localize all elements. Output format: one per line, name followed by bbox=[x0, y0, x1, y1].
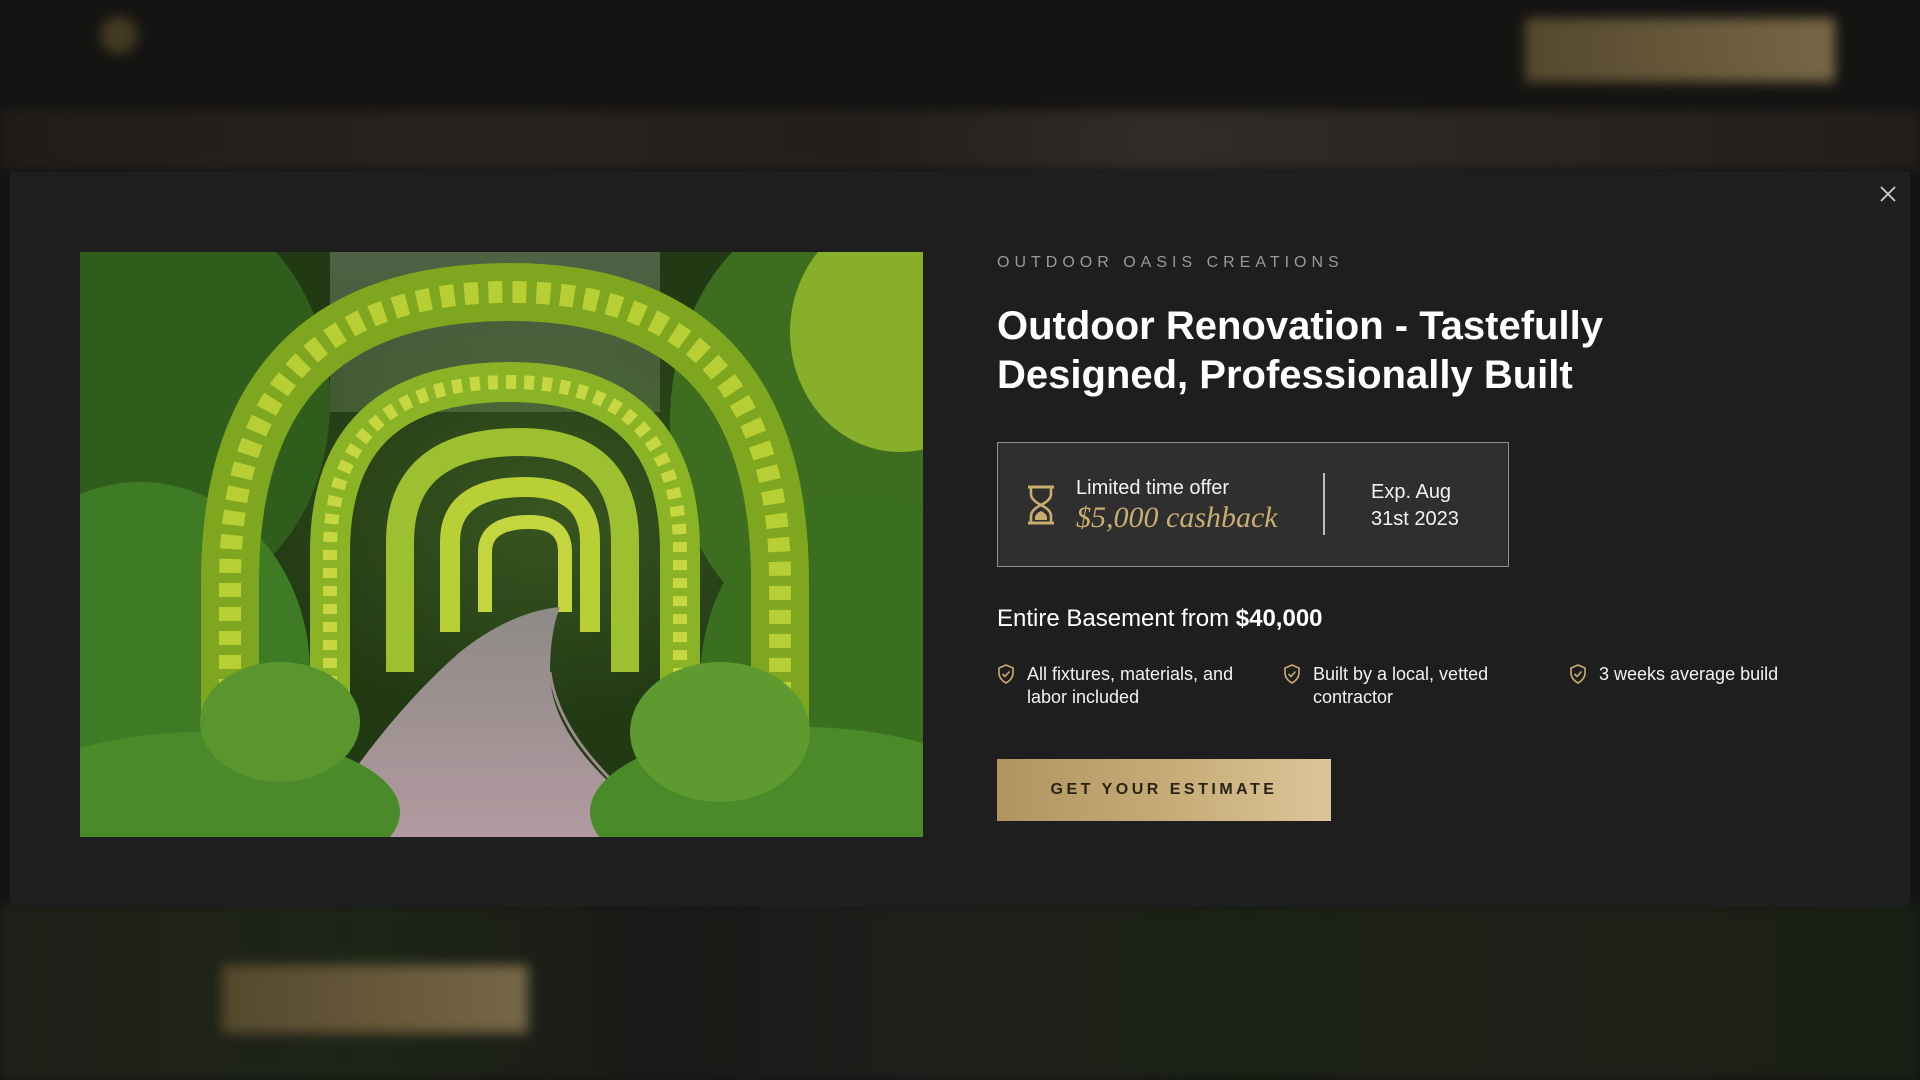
feature-text: Built by a local, vetted contractor bbox=[1313, 664, 1489, 707]
offer-divider bbox=[1323, 473, 1325, 535]
close-button[interactable] bbox=[1874, 180, 1902, 208]
feature-list: All fixtures, materials, and labor inclu… bbox=[997, 663, 1857, 709]
limited-offer-box: Limited time offer $5,000 cashback Exp. … bbox=[997, 442, 1509, 567]
background-bottom-button bbox=[222, 965, 528, 1033]
close-icon bbox=[1880, 186, 1896, 202]
shield-check-icon bbox=[1284, 664, 1300, 684]
offer-value: $5,000 cashback bbox=[1076, 501, 1278, 534]
garden-archway-photo bbox=[80, 252, 923, 837]
feature-text: 3 weeks average build bbox=[1599, 664, 1779, 684]
price-amount: $40,000 bbox=[1235, 605, 1323, 632]
feature-item: All fixtures, materials, and labor inclu… bbox=[997, 663, 1283, 709]
offer-expiry-line2: 31st 2023 bbox=[1371, 508, 1459, 530]
price-line: Entire Basement from $40,000 bbox=[997, 605, 1857, 633]
price-prefix: Entire Basement from bbox=[997, 605, 1236, 632]
background-cta bbox=[1525, 18, 1835, 82]
offer-content: OUTDOOR OASIS CREATIONS Outdoor Renovati… bbox=[997, 252, 1857, 821]
company-eyebrow: OUTDOOR OASIS CREATIONS bbox=[997, 254, 1344, 271]
feature-item: 3 weeks average build bbox=[1569, 663, 1857, 709]
feature-item: Built by a local, vetted contractor bbox=[1283, 663, 1569, 709]
feature-text: All fixtures, materials, and labor inclu… bbox=[1027, 664, 1234, 707]
background-hero bbox=[0, 110, 1920, 170]
offer-expiry: Exp. Aug 31st 2023 bbox=[1371, 479, 1491, 533]
modal-headline: Outdoor Renovation - Tastefully Designed… bbox=[997, 304, 1603, 397]
shield-check-icon bbox=[1570, 664, 1586, 684]
shield-check-icon bbox=[998, 664, 1014, 684]
background-logo bbox=[100, 16, 138, 54]
offer-label: Limited time offer bbox=[1076, 477, 1230, 499]
offer-modal: OUTDOOR OASIS CREATIONS Outdoor Renovati… bbox=[10, 172, 1910, 907]
hourglass-icon bbox=[1028, 485, 1054, 525]
offer-expiry-line1: Exp. Aug bbox=[1371, 481, 1452, 503]
get-estimate-button[interactable]: GET YOUR ESTIMATE bbox=[997, 759, 1331, 821]
